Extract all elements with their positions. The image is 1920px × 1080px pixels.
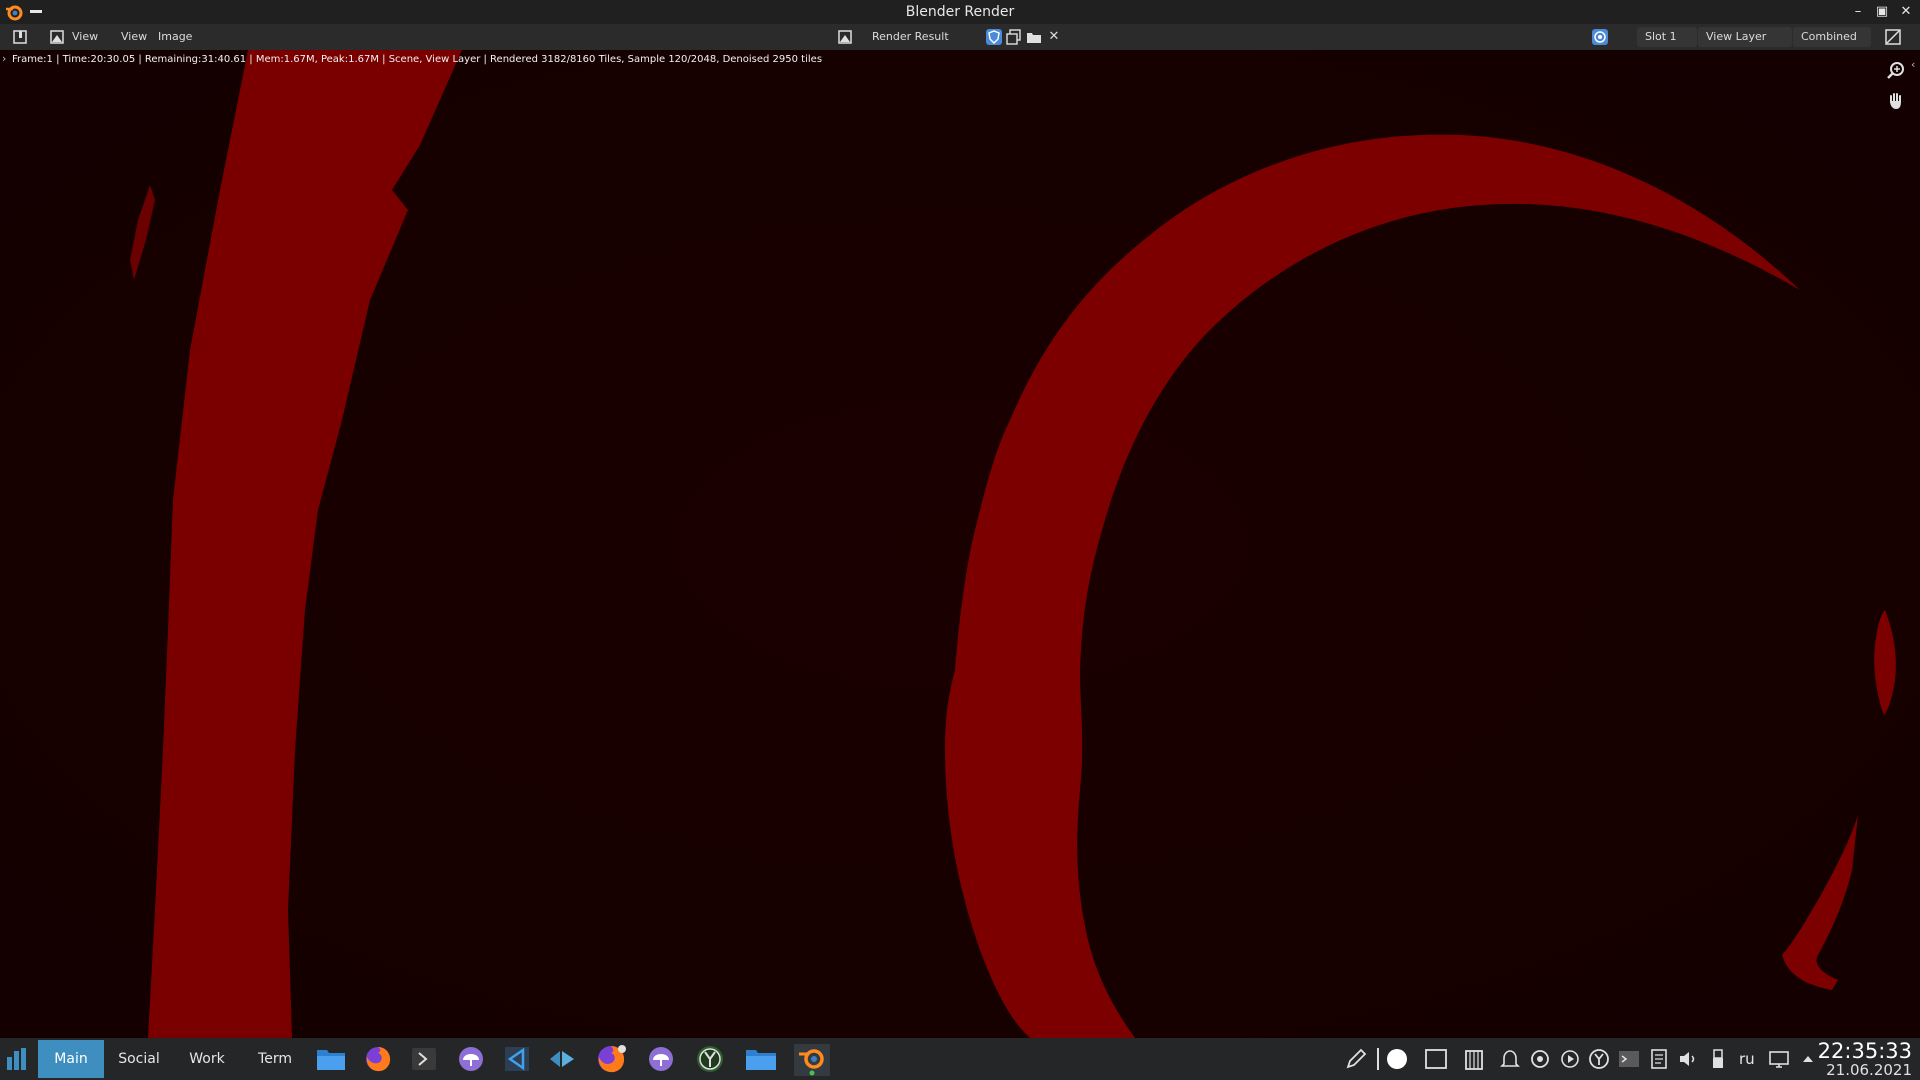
render-pass-dropdown[interactable]: Combined [1793, 27, 1871, 47]
menu-image[interactable]: Image [158, 27, 192, 47]
zoom-icon[interactable] [1885, 60, 1907, 82]
render-image [0, 50, 1920, 1038]
clock-time: 22:35:33 [1817, 1039, 1912, 1063]
tray-separator [1377, 1048, 1379, 1070]
sidebar-expand-arrow-icon[interactable]: ‹ [1911, 58, 1915, 71]
desktop-term[interactable]: Term [241, 1040, 309, 1078]
maximize-button[interactable]: ▣ [1872, 2, 1892, 22]
console-icon[interactable] [1618, 1048, 1640, 1070]
close-button[interactable]: ✕ [1896, 2, 1916, 22]
media-icon[interactable] [1559, 1048, 1581, 1070]
network-icon[interactable] [1768, 1048, 1790, 1070]
menu-view[interactable]: View [121, 27, 147, 47]
circle-icon[interactable] [1386, 1048, 1408, 1070]
toolbar-expand-arrow-icon[interactable]: › [2, 52, 6, 65]
image-name-field[interactable]: Render Result [872, 27, 949, 47]
yggdrasil-tray-icon[interactable] [1588, 1048, 1610, 1070]
clipboard-icon[interactable] [1463, 1048, 1485, 1070]
duplicate-image-icon[interactable] [1005, 28, 1023, 46]
desktop-social[interactable]: Social [105, 1040, 173, 1078]
clock-date: 21.06.2021 [1826, 1061, 1912, 1079]
title-bar: Blender Render – ▣ ✕ [0, 0, 1920, 24]
minimize-button[interactable]: – [1848, 2, 1868, 22]
image-view-icon[interactable] [48, 28, 66, 46]
slot-dropdown[interactable]: Slot 1 [1637, 27, 1697, 47]
viewer-mode-icon[interactable] [1591, 28, 1609, 46]
start-menu-icon[interactable] [5, 1047, 31, 1071]
open-folder-icon[interactable] [1025, 28, 1043, 46]
window-icon[interactable] [1425, 1048, 1447, 1070]
render-stats: Frame:1 | Time:20:30.05 | Remaining:31:4… [12, 54, 823, 65]
cloud-task-icon[interactable] [645, 1046, 677, 1072]
fake-user-shield-icon[interactable] [985, 28, 1003, 46]
firefox-icon[interactable] [364, 1045, 392, 1073]
desktop-main[interactable]: Main [38, 1040, 104, 1078]
bell-icon[interactable] [1499, 1048, 1521, 1070]
pen-icon[interactable] [1345, 1048, 1367, 1070]
expand-arrow-icon[interactable] [1797, 1048, 1819, 1070]
file-manager-task-icon[interactable] [745, 1047, 777, 1071]
image-editor-header: View View Image Render Result ✕ Slot 1 V… [0, 24, 1920, 50]
vpn-icon[interactable] [1529, 1048, 1551, 1070]
render-viewport[interactable]: Frame:1 | Time:20:30.05 | Remaining:31:4… [0, 50, 1920, 1038]
notes-icon[interactable] [1648, 1048, 1670, 1070]
window-title: Blender Render [905, 4, 1015, 20]
blender-task-icon[interactable] [794, 1044, 830, 1076]
cloud-icon[interactable] [455, 1046, 487, 1072]
sidebar-toggle-icon[interactable] [1884, 28, 1902, 46]
terminal-icon[interactable] [411, 1047, 437, 1071]
firefox-task-icon[interactable] [595, 1044, 627, 1074]
view-mode-dropdown[interactable]: View [72, 27, 98, 47]
clock[interactable]: 22:35:33 21.06.2021 [1818, 1040, 1912, 1079]
kdeconnect-icon[interactable] [548, 1047, 576, 1071]
pan-hand-icon[interactable] [1885, 90, 1907, 112]
desktop-work[interactable]: Work [174, 1040, 240, 1078]
taskbar: Main Social Work Term ru 22:35:33 21.06.… [0, 1038, 1920, 1080]
volume-icon[interactable] [1677, 1048, 1699, 1070]
editor-type-icon[interactable] [11, 28, 29, 46]
keyboard-layout[interactable]: ru [1739, 1048, 1755, 1070]
view-layer-dropdown[interactable]: View Layer [1698, 27, 1792, 47]
image-browse-icon[interactable] [836, 28, 854, 46]
unlink-image-icon[interactable]: ✕ [1047, 27, 1061, 47]
yggdrasil-icon[interactable] [695, 1045, 725, 1073]
usb-icon[interactable] [1707, 1048, 1729, 1070]
vscode-icon[interactable] [505, 1047, 529, 1071]
file-manager-icon[interactable] [316, 1047, 346, 1071]
